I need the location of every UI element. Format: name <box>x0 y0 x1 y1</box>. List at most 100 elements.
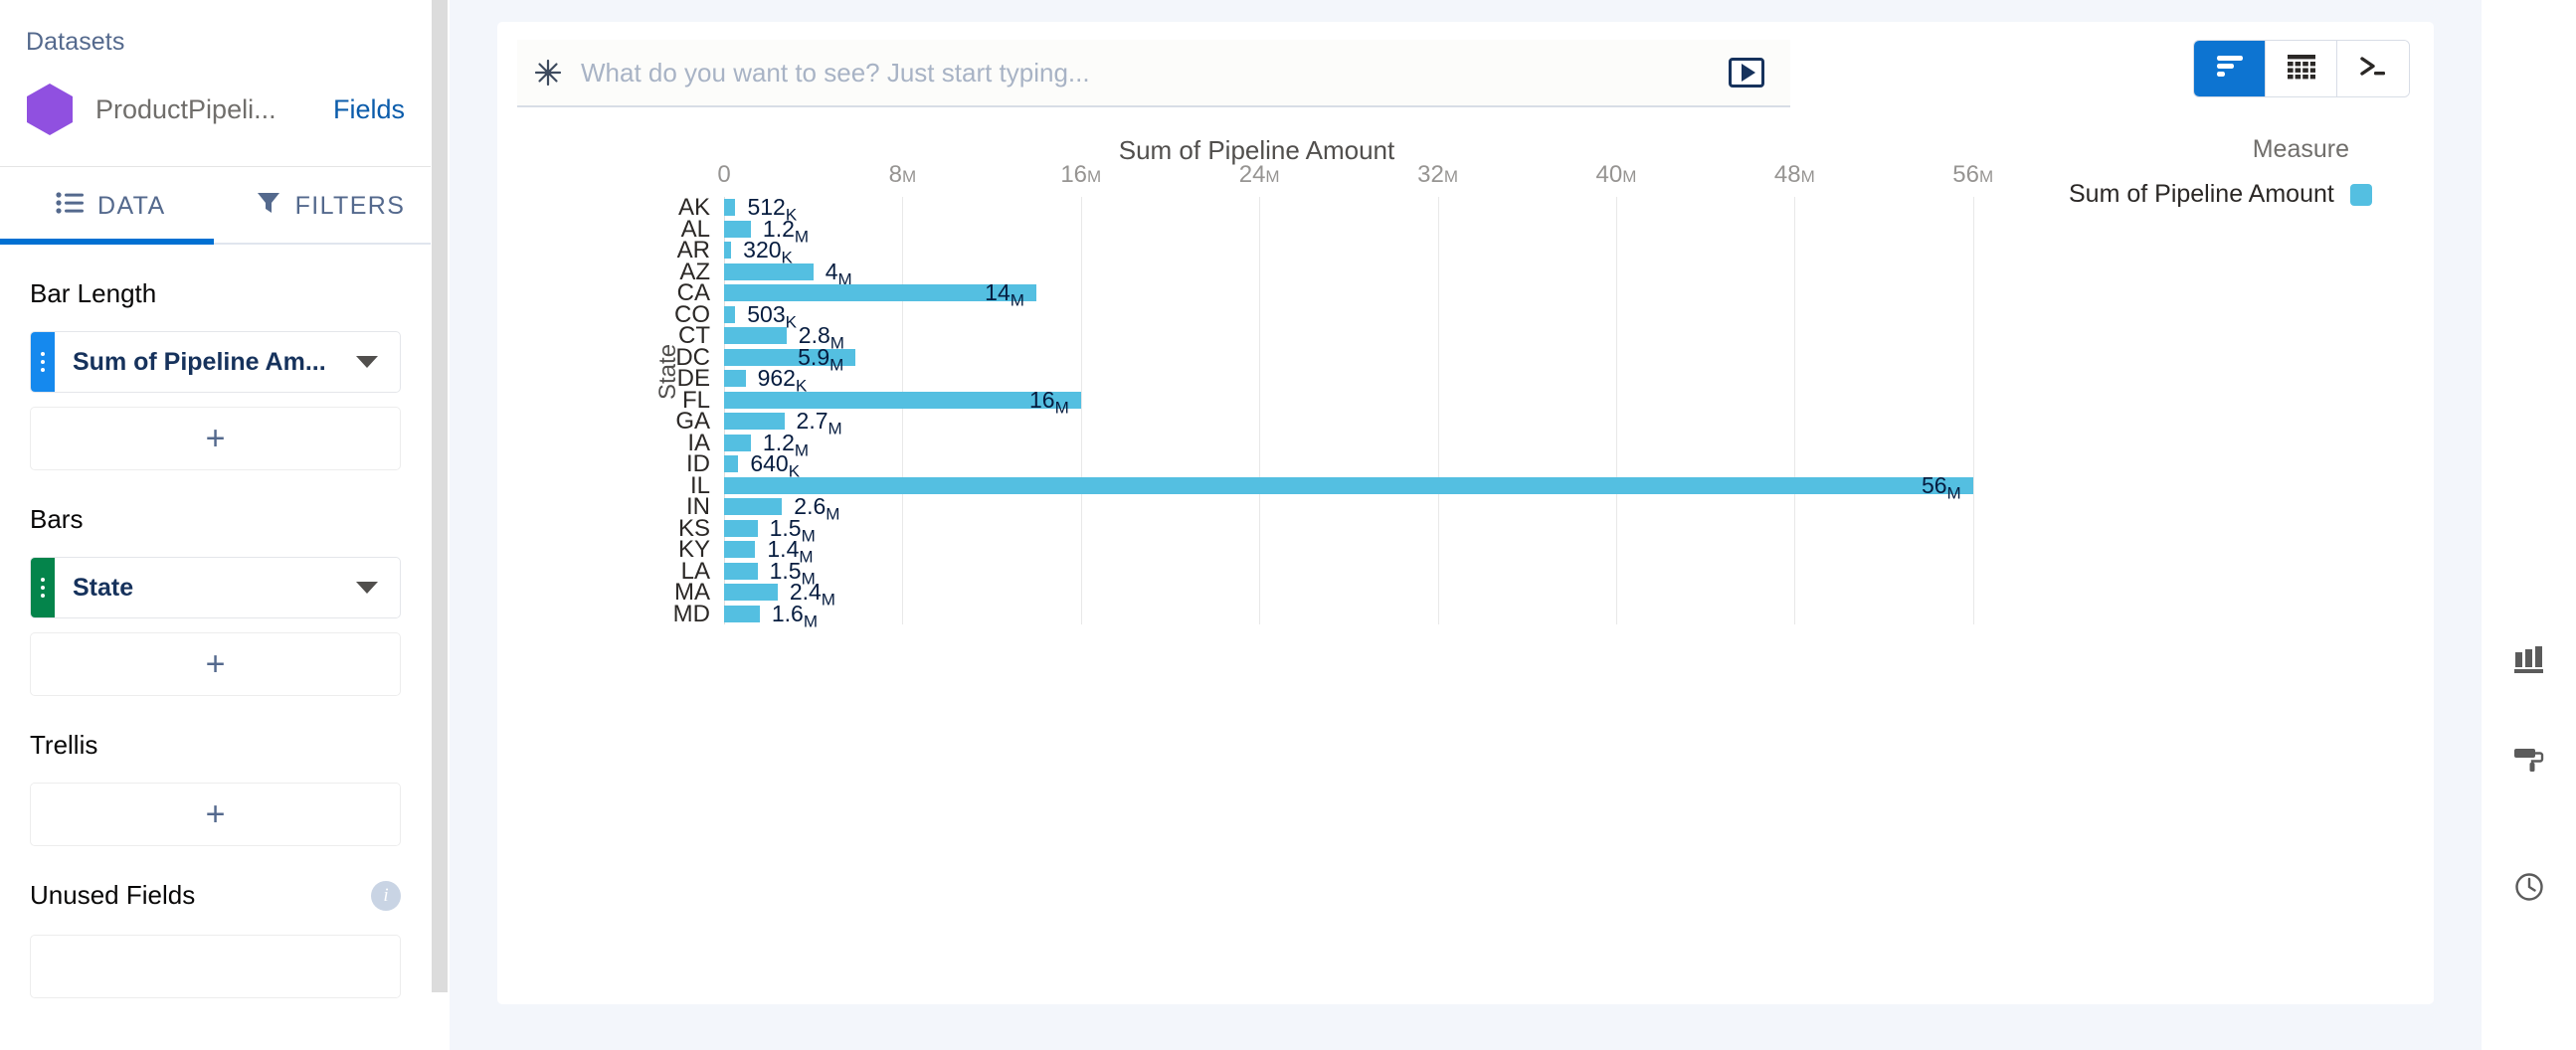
plus-icon: + <box>206 797 226 831</box>
legend-items: Sum of Pipeline Amount <box>2069 180 2427 209</box>
paint-roller-icon <box>2512 744 2546 781</box>
bar[interactable] <box>724 477 1973 494</box>
chart-row: FL16M <box>724 390 2040 412</box>
shelf-bars-pill[interactable]: State <box>30 557 401 618</box>
tab-data-label: DATA <box>97 192 166 221</box>
terminal-icon <box>2358 54 2388 85</box>
tab-filters[interactable]: FILTERS <box>166 167 406 245</box>
legend-item-label: Sum of Pipeline Amount <box>2069 180 2334 209</box>
chart-row: AK512K <box>724 197 2040 219</box>
clock-icon <box>2513 871 2545 908</box>
chart-row: DC5.9M <box>724 347 2040 369</box>
bar[interactable] <box>724 413 785 430</box>
category-label: MD <box>673 604 710 625</box>
shelf-bars-pill-label: State <box>73 574 133 603</box>
bar[interactable] <box>724 455 738 472</box>
bar[interactable] <box>724 584 778 601</box>
chart-row: IN2.6M <box>724 496 2040 518</box>
chart-type-button[interactable] <box>2501 634 2557 690</box>
explorer-card: Sum of Pipeline Amount 08M16M24M32M40M48… <box>497 22 2434 1004</box>
bar[interactable] <box>724 498 782 515</box>
table-grid-icon <box>2287 54 2316 85</box>
bar[interactable] <box>724 606 760 622</box>
chart-row: AL1.2M <box>724 219 2040 241</box>
history-button[interactable] <box>2501 861 2557 917</box>
shelf-bar-length: Bar Length Sum of Pipeline Am... + <box>30 278 401 470</box>
plus-icon: + <box>206 647 226 681</box>
chart-row: DE962K <box>724 368 2040 390</box>
table-view-button[interactable] <box>2266 41 2337 96</box>
bar[interactable] <box>724 563 758 580</box>
query-view-button[interactable] <box>2337 41 2409 96</box>
bar[interactable] <box>724 520 758 537</box>
chevron-down-icon[interactable] <box>356 582 378 594</box>
bar[interactable] <box>724 221 751 238</box>
chart-row: KY1.4M <box>724 539 2040 561</box>
bar[interactable] <box>724 392 1081 409</box>
pill-drag-handle[interactable] <box>31 558 55 617</box>
legend-item[interactable]: Sum of Pipeline Amount <box>2069 180 2427 209</box>
chart-row: MD1.6M <box>724 604 2040 625</box>
unused-fields-title: Unused Fields <box>30 880 195 911</box>
info-icon[interactable]: i <box>371 881 401 911</box>
bar[interactable] <box>724 306 735 323</box>
search-bar <box>517 40 1790 107</box>
chart-row: CA14M <box>724 282 2040 304</box>
chart-area: Sum of Pipeline Amount 08M16M24M32M40M48… <box>497 121 2434 1004</box>
add-trellis-button[interactable]: + <box>30 783 401 846</box>
sidebar-tabs: DATA FILTERS <box>0 167 431 245</box>
pill-drag-handle[interactable] <box>31 332 55 392</box>
x-axis-tick: 8M <box>889 161 917 189</box>
shelf-trellis-title: Trellis <box>30 730 401 761</box>
tab-filters-label: FILTERS <box>295 192 406 221</box>
plot-area: AK512KAL1.2MAR320KAZ4MCA14MCO503KCT2.8MD… <box>724 197 2040 624</box>
bar[interactable] <box>724 435 751 451</box>
funnel-icon <box>256 190 281 223</box>
add-bars-button[interactable]: + <box>30 632 401 696</box>
unused-fields-box[interactable] <box>30 935 401 998</box>
view-toggle-group <box>2193 40 2410 97</box>
bar[interactable] <box>724 263 814 280</box>
x-axis-tick: 48M <box>1774 161 1815 189</box>
column-chart-icon <box>2512 644 2546 681</box>
dataset-hexagon-icon <box>26 83 74 136</box>
formatting-button[interactable] <box>2501 734 2557 789</box>
bar[interactable] <box>724 370 746 387</box>
chart-row: MA2.4M <box>724 582 2040 604</box>
legend-swatch <box>2350 184 2372 206</box>
bar[interactable] <box>724 199 735 216</box>
bar-chart-icon <box>2215 54 2245 85</box>
chart-row: IA1.2M <box>724 433 2040 454</box>
shelf-bar-length-pill-label: Sum of Pipeline Am... <box>73 348 326 377</box>
chart-row: CO503K <box>724 304 2040 326</box>
chart-row: KS1.5M <box>724 518 2040 540</box>
chart-row: ID640K <box>724 453 2040 475</box>
search-input[interactable] <box>581 58 1729 88</box>
chart-row: IL56M <box>724 475 2040 497</box>
shelf-bars-title: Bars <box>30 504 401 535</box>
chart-view-button[interactable] <box>2194 41 2266 96</box>
chart-row: GA2.7M <box>724 411 2040 433</box>
bar[interactable] <box>724 242 731 259</box>
bar[interactable] <box>724 327 787 344</box>
tab-data[interactable]: DATA <box>0 167 166 245</box>
run-query-button[interactable] <box>1729 58 1764 88</box>
bar-value-label: 1.6M <box>772 604 818 632</box>
legend-title: Measure <box>2069 135 2427 164</box>
left-sidebar: Datasets ProductPipeli... Fields <box>0 0 431 1050</box>
plus-icon: + <box>206 422 226 455</box>
shelf-bar-length-pill[interactable]: Sum of Pipeline Am... <box>30 331 401 393</box>
x-axis-tick: 0 <box>717 161 730 189</box>
sparkle-icon <box>533 58 563 88</box>
dataset-row[interactable]: ProductPipeli... Fields <box>0 57 431 166</box>
sidebar-scrollbar-thumb[interactable] <box>432 0 448 992</box>
chevron-down-icon[interactable] <box>356 356 378 368</box>
unused-fields-section: Unused Fields i <box>30 880 401 998</box>
bar[interactable] <box>724 541 755 558</box>
dataset-fields-link[interactable]: Fields <box>333 94 405 125</box>
shelf-bars: Bars State + <box>30 504 401 696</box>
chart-row: LA1.5M <box>724 561 2040 583</box>
tab-active-indicator <box>0 239 214 245</box>
add-bar-length-button[interactable]: + <box>30 407 401 470</box>
x-axis: 08M16M24M32M40M48M56M <box>724 161 2040 195</box>
